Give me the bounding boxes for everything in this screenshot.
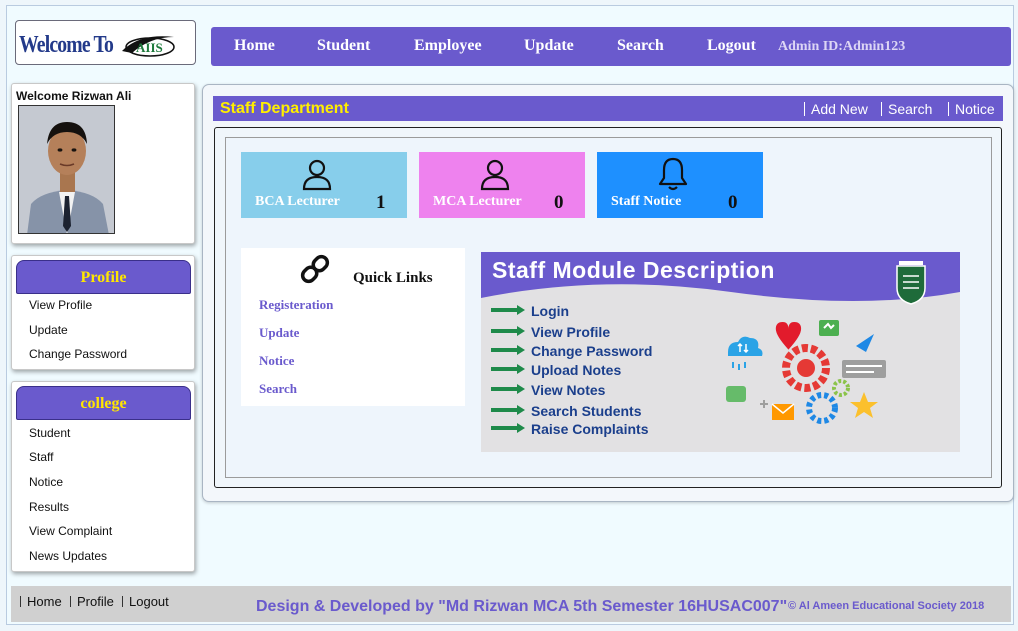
nav-logout[interactable]: Logout — [707, 37, 756, 55]
footer-profile-link[interactable]: Profile — [70, 595, 114, 608]
nav-update[interactable]: Update — [524, 37, 574, 55]
description-item: Upload Notes — [531, 362, 622, 378]
college-menu: college Student Staff Notice Results Vie… — [11, 381, 195, 572]
description-item: Change Password — [531, 343, 653, 359]
tile-bca-lecturer[interactable]: BCA Lecturer 1 — [241, 152, 407, 218]
arrow-list-icons — [491, 305, 525, 433]
quick-link-update[interactable]: Update — [259, 325, 299, 341]
nav-employee[interactable]: Employee — [414, 37, 482, 55]
nav-search[interactable]: Search — [617, 37, 664, 55]
tile-count: 1 — [376, 192, 386, 213]
user-photo — [18, 105, 115, 234]
tile-mca-lecturer[interactable]: MCA Lecturer 0 — [419, 152, 585, 218]
menu-student[interactable]: Student — [29, 426, 70, 440]
quick-link-notice[interactable]: Notice — [259, 353, 294, 369]
top-navigation: Home Student Employee Update Search Logo… — [211, 27, 1011, 66]
avatar-icon — [19, 106, 114, 233]
tile-count: 0 — [728, 192, 738, 213]
society-emblem-icon — [896, 261, 926, 305]
footer-copyright: © Al Ameen Educational Society 2018 — [788, 600, 985, 612]
page-title: Staff Department — [220, 100, 349, 117]
nav-home[interactable]: Home — [234, 37, 275, 55]
welcome-label: Welcome Rizwan Ali — [16, 89, 132, 103]
site-logo[interactable]: Welcome To AIIS — [15, 20, 196, 65]
footer-home-link[interactable]: Home — [20, 595, 62, 608]
tile-staff-notice[interactable]: Staff Notice 0 — [597, 152, 763, 218]
nav-student[interactable]: Student — [317, 37, 370, 55]
page: Welcome To AIIS Home Student Employee Up… — [6, 5, 1014, 625]
quick-link-search[interactable]: Search — [259, 381, 297, 397]
menu-update[interactable]: Update — [29, 323, 68, 337]
staff-module-description: Staff Module Description Login View Prof… — [481, 252, 960, 452]
content-box: BCA Lecturer 1 MCA Lecturer 0 Staff Noti… — [214, 127, 1002, 488]
college-menu-title: college — [16, 386, 191, 420]
logo-brand: AIIS — [136, 40, 163, 55]
description-item: Search Students — [531, 403, 642, 419]
user-icon — [302, 159, 332, 191]
link-icon — [300, 254, 330, 284]
bell-icon — [658, 157, 688, 191]
department-header: Staff Department Add New Search Notice — [213, 96, 1003, 121]
search-link[interactable]: Search — [881, 102, 932, 116]
tile-label: Staff Notice — [611, 194, 682, 209]
menu-news-updates[interactable]: News Updates — [29, 549, 107, 563]
footer-credit: Design & Developed by "Md Rizwan MCA 5th… — [256, 598, 788, 615]
menu-results[interactable]: Results — [29, 500, 69, 514]
footer: Home Profile Logout Design & Developed b… — [11, 586, 1011, 622]
menu-staff[interactable]: Staff — [29, 450, 53, 464]
description-title: Staff Module Description — [492, 257, 775, 283]
tile-label: BCA Lecturer — [255, 194, 340, 209]
user-icon — [480, 159, 510, 191]
dashboard-area: BCA Lecturer 1 MCA Lecturer 0 Staff Noti… — [225, 137, 992, 478]
footer-logout-link[interactable]: Logout — [122, 595, 169, 608]
description-item: Login — [531, 303, 570, 319]
menu-view-complaint[interactable]: View Complaint — [29, 524, 112, 538]
logo-mark-icon: AIIS — [122, 36, 175, 57]
quick-links-panel: Quick Links Registeration Update Notice … — [241, 248, 465, 406]
add-new-link[interactable]: Add New — [804, 102, 868, 116]
description-item: Raise Complaints — [531, 421, 649, 437]
main-panel: Staff Department Add New Search Notice B… — [202, 84, 1014, 502]
profile-menu: Profile View Profile Update Change Passw… — [11, 255, 195, 370]
admin-id: Admin ID:Admin123 — [778, 39, 906, 54]
notice-link[interactable]: Notice — [948, 102, 995, 116]
quick-links-title: Quick Links — [353, 270, 433, 286]
profile-menu-title: Profile — [16, 260, 191, 294]
description-item: View Profile — [531, 324, 611, 340]
tile-count: 0 — [554, 192, 564, 213]
menu-view-profile[interactable]: View Profile — [29, 298, 92, 312]
tile-label: MCA Lecturer — [433, 194, 522, 209]
welcome-card: Welcome Rizwan Ali — [11, 83, 195, 244]
menu-notice[interactable]: Notice — [29, 475, 63, 489]
description-item: View Notes — [531, 382, 606, 398]
menu-change-password[interactable]: Change Password — [29, 347, 127, 361]
quick-link-registration[interactable]: Registeration — [259, 297, 333, 313]
logo-text: Welcome To — [19, 32, 114, 58]
module-illustration-icon — [726, 320, 886, 424]
